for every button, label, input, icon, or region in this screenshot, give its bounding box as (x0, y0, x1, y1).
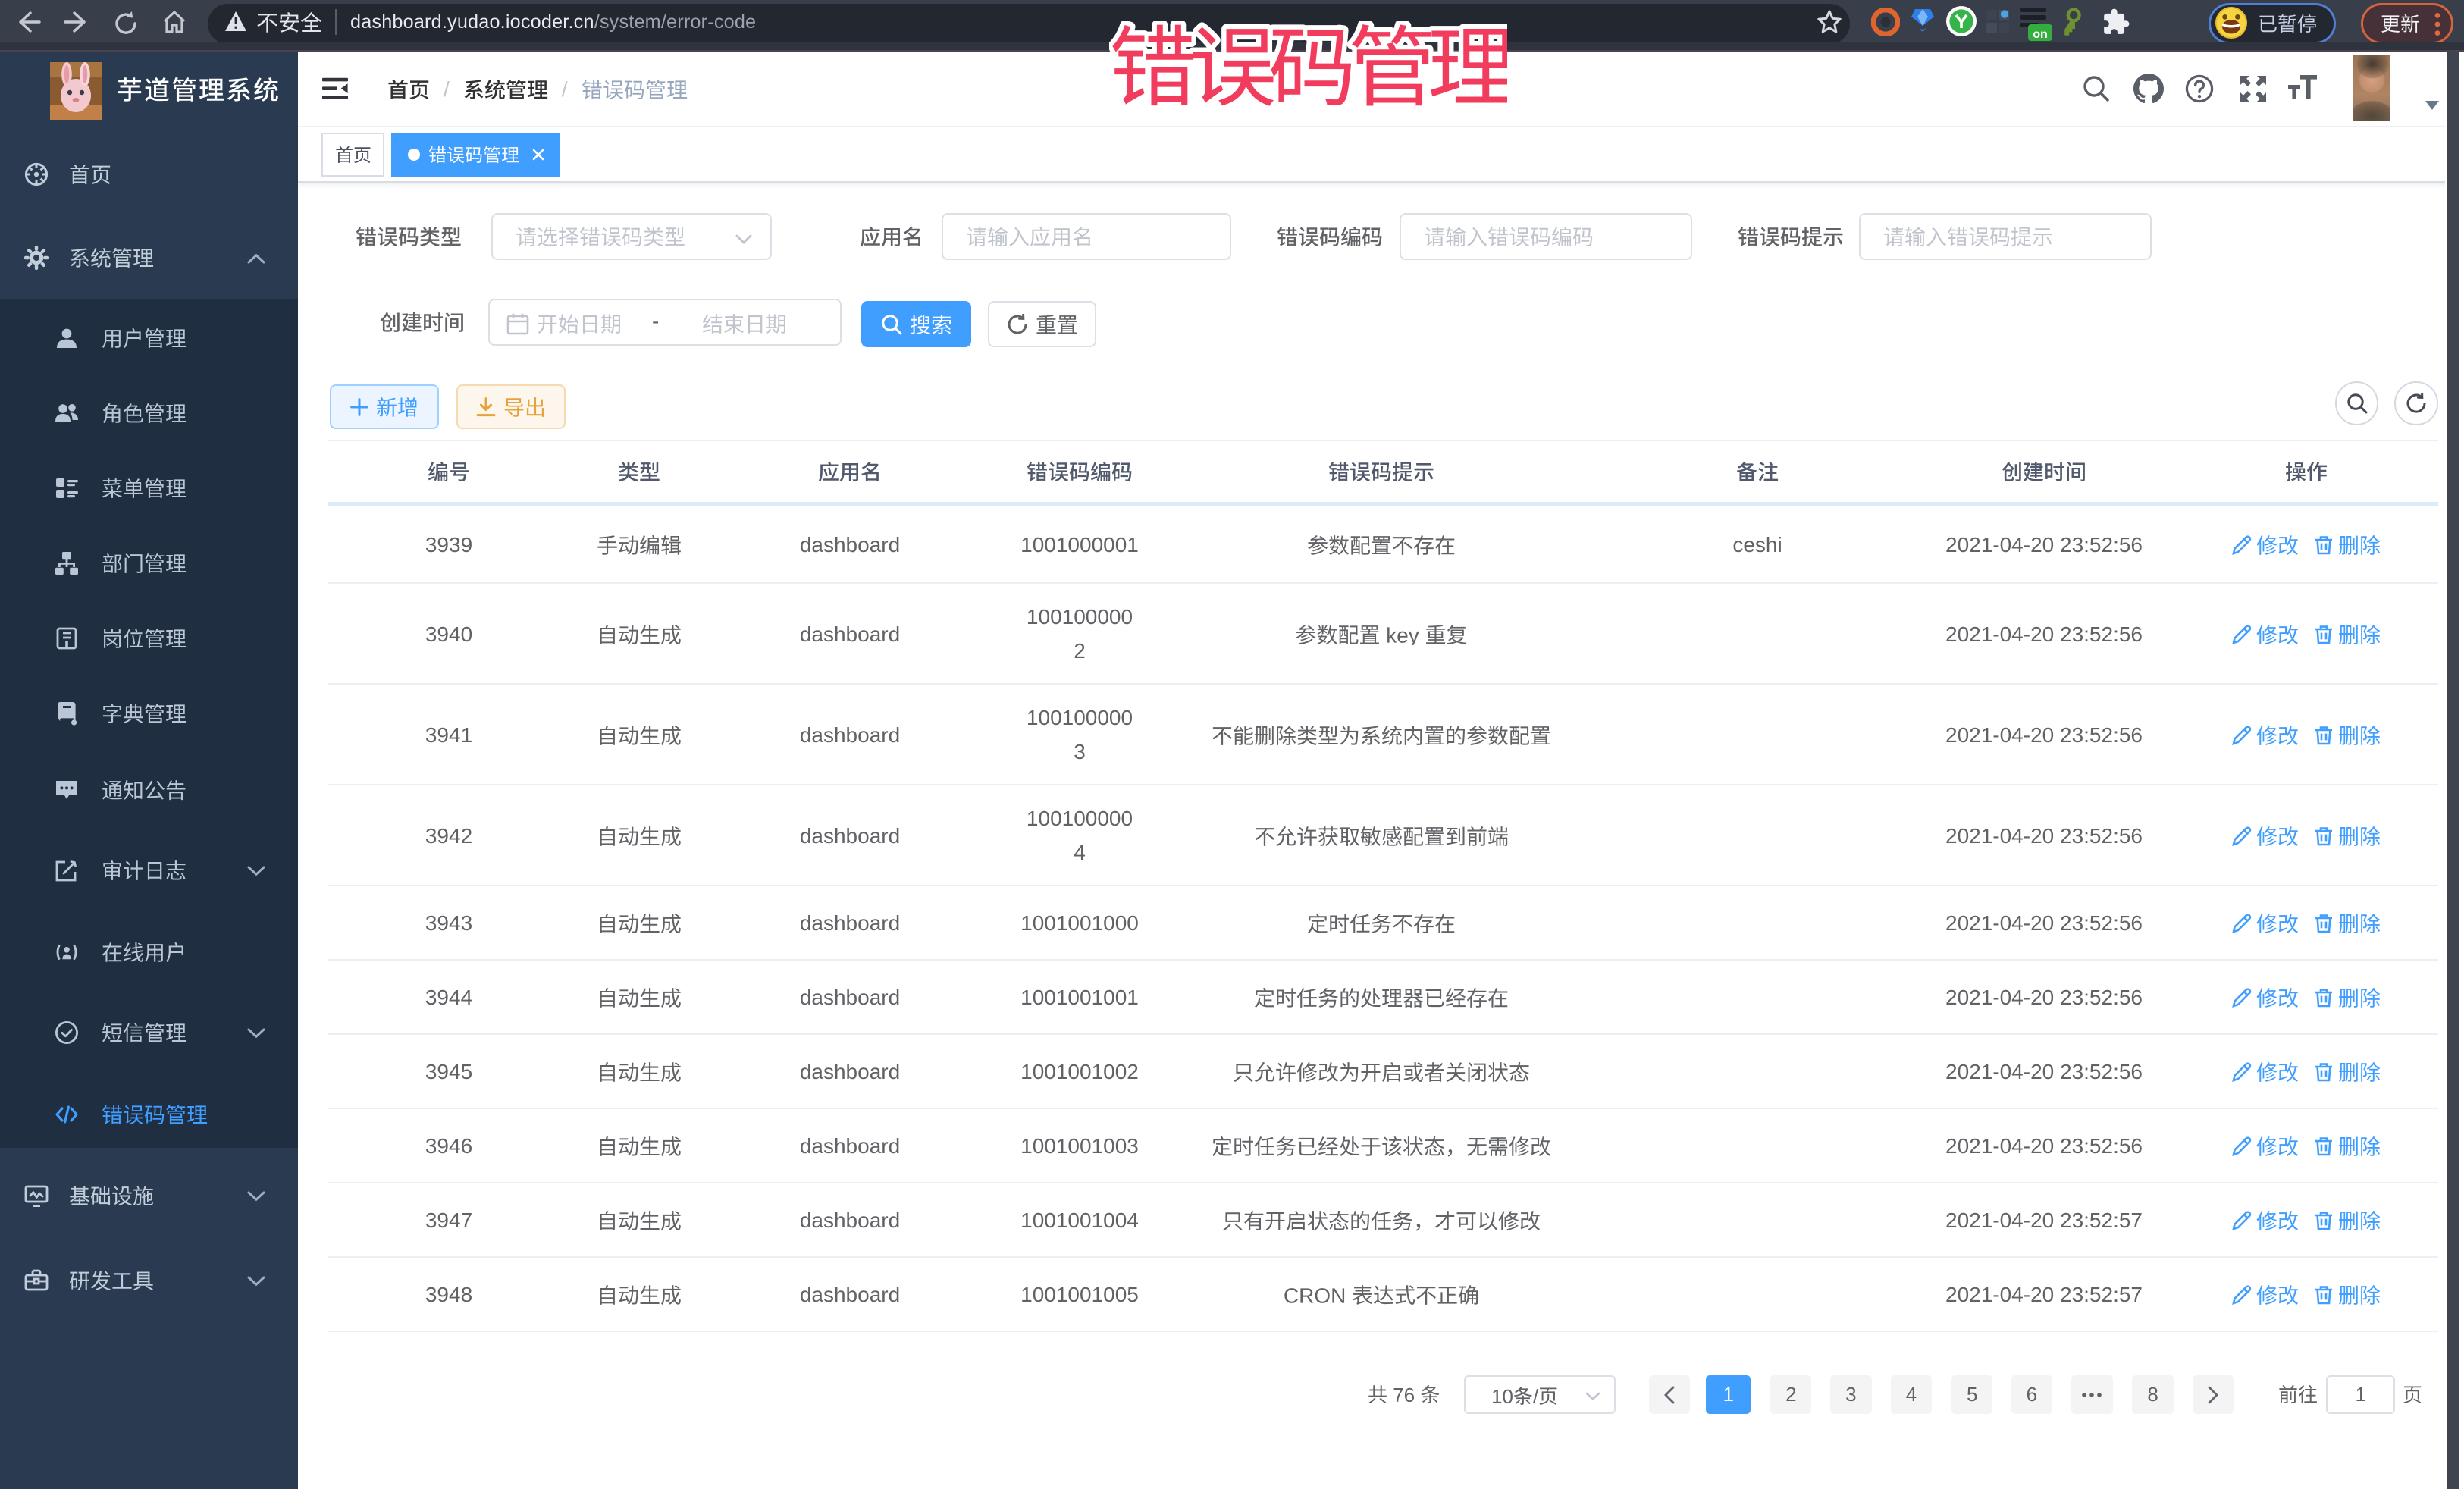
svg-text:on: on (2033, 28, 2048, 41)
